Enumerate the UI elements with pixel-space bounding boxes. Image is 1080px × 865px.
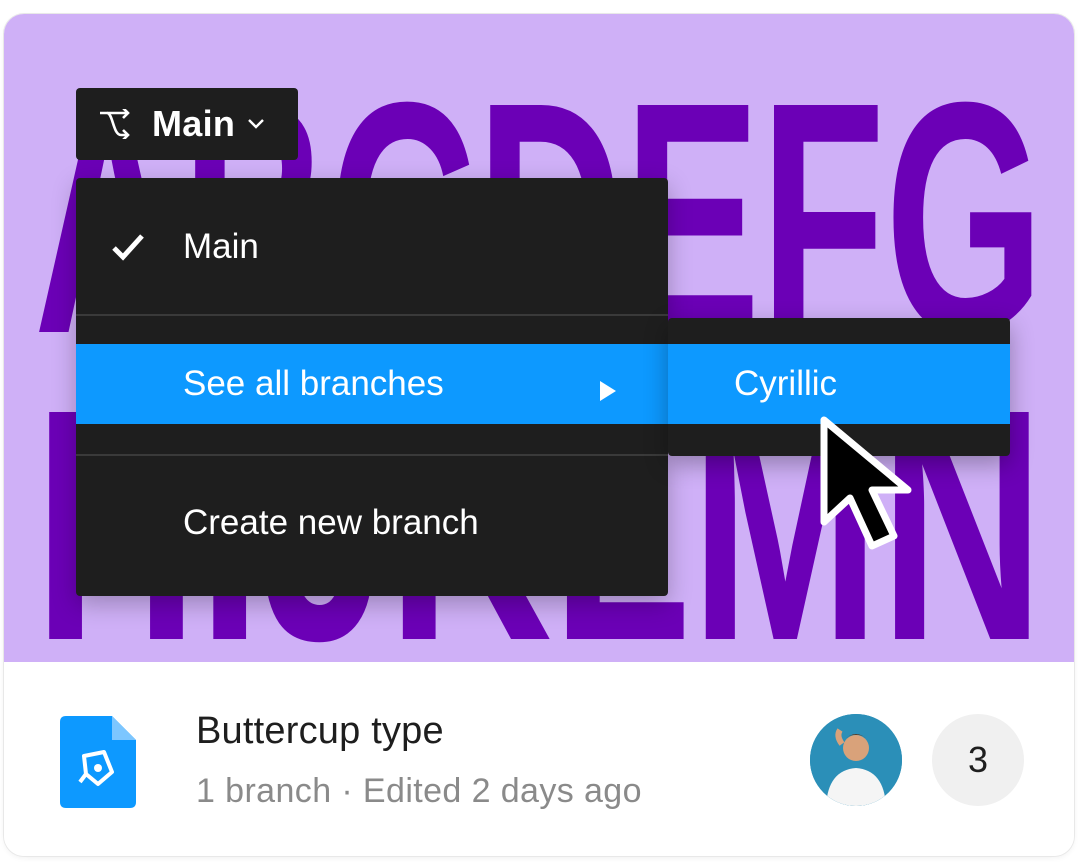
branch-menu: Main See all branches Create new branch [76, 178, 668, 596]
file-thumbnail[interactable]: ABCDEFG HIJKLMN Main Ma [4, 14, 1074, 662]
branch-switcher-button[interactable]: Main [76, 88, 298, 160]
menu-divider [76, 314, 668, 316]
menu-item-see-all-branches[interactable]: See all branches [76, 344, 668, 424]
design-file-icon [60, 716, 136, 808]
collaborator-avatar[interactable] [810, 714, 902, 806]
checkmark-icon [110, 229, 146, 265]
file-title[interactable]: Buttercup type [196, 710, 444, 753]
menu-item-label: See all branches [183, 364, 444, 403]
file-meta: 1 branch · Edited 2 days ago [196, 772, 642, 810]
file-card[interactable]: ABCDEFG HIJKLMN Main Ma [4, 14, 1074, 856]
menu-item-label: Main [183, 227, 259, 266]
branch-icon [94, 104, 134, 144]
submenu-item-cyrillic[interactable]: Cyrillic [668, 344, 1010, 424]
file-info: Buttercup type 1 branch · Edited 2 days … [4, 662, 1074, 856]
menu-item-label: Create new branch [183, 503, 479, 542]
mouse-pointer-icon [820, 416, 912, 550]
chevron-down-icon [247, 114, 267, 134]
branch-switcher-label: Main [152, 103, 236, 144]
menu-divider [76, 454, 668, 456]
collaborator-count-badge[interactable]: 3 [932, 714, 1024, 806]
submenu-item-label: Cyrillic [734, 364, 838, 403]
submenu-arrow-icon [596, 372, 620, 401]
menu-item-main[interactable]: Main [76, 212, 668, 282]
menu-item-create-new-branch[interactable]: Create new branch [76, 488, 668, 558]
